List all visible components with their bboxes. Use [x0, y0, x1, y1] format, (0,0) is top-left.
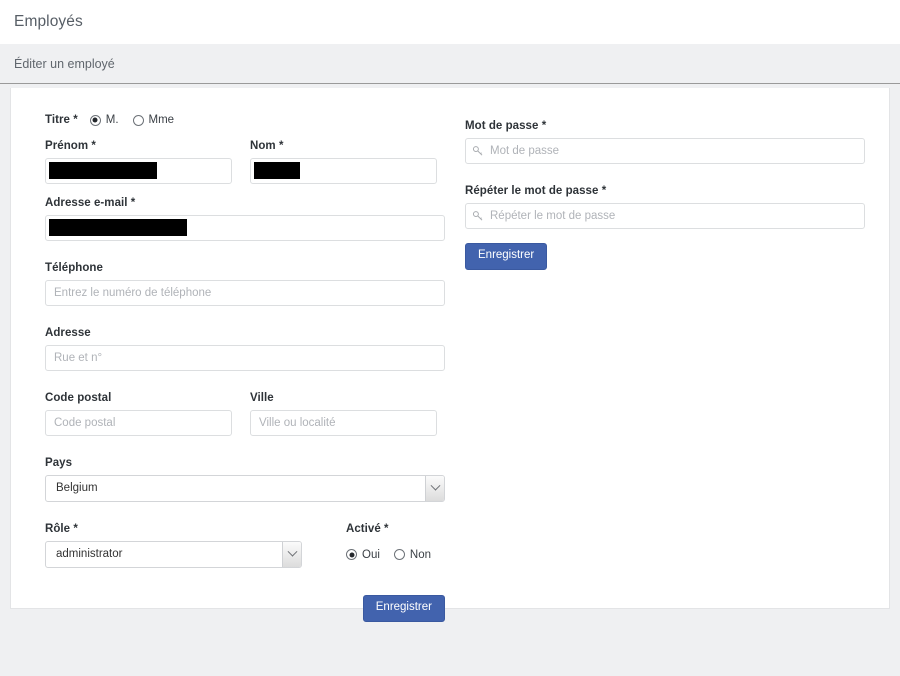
top-bar: Employés	[0, 0, 900, 44]
role-select[interactable]: administrator	[45, 541, 302, 568]
city-input[interactable]	[250, 410, 437, 436]
name-row: Prénom * Nom *	[45, 140, 465, 197]
active-field-group: Activé * Oui Non	[320, 523, 445, 568]
title-label: Titre *	[45, 114, 78, 126]
role-active-row: Rôle * administrator Activé * Oui Non	[45, 523, 465, 581]
phone-label: Téléphone	[45, 262, 103, 274]
password-input[interactable]	[465, 138, 865, 164]
password-repeat-field-group: Répéter le mot de passe *	[465, 185, 865, 229]
password-label: Mot de passe *	[465, 120, 547, 132]
page-title: Éditer un employé	[14, 56, 115, 71]
app-title: Employés	[14, 13, 83, 30]
role-select-value[interactable]: administrator	[45, 541, 302, 568]
chevron-down-icon[interactable]	[282, 542, 301, 567]
last-name-label: Nom *	[250, 140, 284, 152]
radio-indicator[interactable]	[89, 114, 101, 126]
first-name-label: Prénom *	[45, 140, 96, 152]
save-top-wrap: Enregistrer	[465, 243, 865, 270]
save-bottom-wrap: Enregistrer	[45, 595, 445, 622]
card-container: Titre * M. Mme Prénom * Nom * Adresse e-…	[0, 84, 900, 622]
country-field-group: Pays Belgium	[45, 457, 465, 502]
radio-indicator[interactable]	[346, 549, 357, 560]
password-field-group: Mot de passe *	[465, 120, 865, 164]
country-label: Pays	[45, 457, 73, 469]
password-repeat-input[interactable]	[465, 203, 865, 229]
phone-field-group: Téléphone	[45, 262, 445, 306]
email-input-wrap	[45, 215, 445, 241]
active-radio-non[interactable]: Non	[393, 548, 432, 561]
active-radio-oui-label: Oui	[362, 548, 380, 561]
password-repeat-input-wrap	[465, 203, 865, 229]
title-radio-mme[interactable]: Mme	[132, 114, 175, 126]
last-name-field-group: Nom *	[250, 140, 437, 184]
active-label: Activé *	[346, 523, 389, 535]
redaction-bar	[254, 162, 300, 179]
country-select[interactable]: Belgium	[45, 475, 445, 502]
address-field-group: Adresse	[45, 327, 445, 371]
city-label: Ville	[250, 392, 274, 404]
role-field-group: Rôle * administrator	[45, 523, 302, 568]
password-input-wrap	[465, 138, 865, 164]
country-select-value[interactable]: Belgium	[45, 475, 445, 502]
first-name-field-group: Prénom *	[45, 140, 232, 184]
address-label: Adresse	[45, 327, 91, 339]
last-name-input-wrap	[250, 158, 437, 184]
radio-indicator[interactable]	[132, 114, 144, 126]
employee-form-card: Titre * M. Mme Prénom * Nom * Adresse e-…	[10, 88, 890, 622]
email-label: Adresse e-mail *	[45, 197, 136, 209]
radio-indicator[interactable]	[393, 549, 405, 560]
password-repeat-label: Répéter le mot de passe *	[465, 185, 607, 197]
title-field-group: Titre * M. Mme	[45, 114, 465, 126]
title-radio-mme-label: Mme	[148, 114, 175, 126]
postal-code-input[interactable]	[45, 410, 232, 436]
postal-city-row: Code postal Ville	[45, 392, 465, 449]
city-field-group: Ville	[250, 392, 437, 436]
address-input[interactable]	[45, 345, 445, 371]
redaction-bar	[49, 162, 157, 179]
page-subheader: Éditer un employé	[0, 44, 900, 84]
title-radio-m[interactable]: M.	[89, 114, 119, 126]
active-radio-oui[interactable]: Oui	[346, 549, 380, 561]
form-column-right: Mot de passe * Mot de passe Répéter le m…	[465, 114, 865, 622]
phone-input[interactable]	[45, 280, 445, 306]
redaction-bar	[49, 219, 187, 236]
email-field-group: Adresse e-mail *	[45, 197, 445, 241]
postal-code-label: Code postal	[45, 392, 112, 404]
form-column-left: Titre * M. Mme Prénom * Nom * Adresse e-…	[45, 114, 465, 622]
title-radio-group[interactable]: M. Mme	[89, 114, 188, 126]
active-radio-group[interactable]: Oui Non	[346, 541, 445, 568]
form-columns: Titre * M. Mme Prénom * Nom * Adresse e-…	[45, 114, 865, 622]
postal-code-field-group: Code postal	[45, 392, 232, 436]
save-bottom-button[interactable]: Enregistrer	[362, 595, 445, 622]
first-name-input-wrap	[45, 158, 232, 184]
active-radio-non-label: Non	[409, 548, 432, 561]
chevron-down-icon[interactable]	[425, 476, 444, 501]
title-radio-m-label: M.	[105, 114, 119, 126]
role-label: Rôle *	[45, 523, 78, 535]
save-top-button[interactable]: Enregistrer	[465, 243, 548, 270]
